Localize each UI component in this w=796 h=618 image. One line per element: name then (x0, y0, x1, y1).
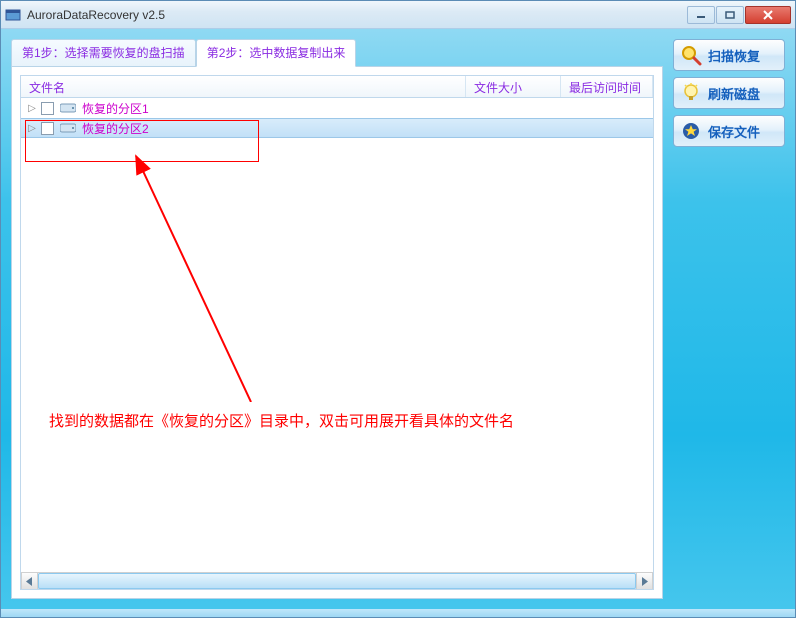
bulb-icon (680, 82, 702, 104)
row-label: 恢复的分区1 (82, 100, 149, 117)
button-label: 保存文件 (708, 122, 760, 141)
app-window: AuroraDataRecovery v2.5 第1步：选择需要恢复的盘扫描 第… (0, 0, 796, 618)
column-header-size[interactable]: 文件大小 (466, 76, 561, 97)
statusbar (1, 609, 795, 617)
row-checkbox[interactable] (41, 122, 54, 135)
annotation-arrow (111, 152, 281, 402)
drive-icon (60, 122, 76, 134)
refresh-disk-button[interactable]: 刷新磁盘 (673, 77, 785, 109)
tab-content: 文件名 文件大小 最后访问时间 ▷ 恢复的分区1 (11, 66, 663, 599)
magnifier-icon (680, 44, 702, 66)
right-panel: 扫描恢复 刷新磁盘 保存文件 (673, 39, 785, 147)
tree-row[interactable]: ▷ 恢复的分区2 (21, 118, 653, 138)
list-body: ▷ 恢复的分区1 ▷ (21, 98, 653, 572)
close-button[interactable] (745, 6, 791, 24)
file-list: 文件名 文件大小 最后访问时间 ▷ 恢复的分区1 (20, 75, 654, 590)
button-label: 扫描恢复 (708, 46, 760, 65)
app-icon (5, 7, 21, 23)
window-controls (686, 6, 791, 24)
list-header: 文件名 文件大小 最后访问时间 (21, 76, 653, 98)
scroll-track[interactable] (38, 573, 636, 589)
button-label: 刷新磁盘 (708, 84, 760, 103)
window-title: AuroraDataRecovery v2.5 (27, 8, 686, 22)
expander-icon[interactable]: ▷ (27, 123, 37, 133)
row-checkbox[interactable] (41, 102, 54, 115)
row-label: 恢复的分区2 (82, 120, 149, 137)
scroll-right-button[interactable] (636, 573, 653, 589)
save-file-button[interactable]: 保存文件 (673, 115, 785, 147)
drive-icon (60, 102, 76, 114)
client-area: 第1步：选择需要恢复的盘扫描 第2步：选中数据复制出来 文件名 文件大小 最后访… (1, 29, 795, 609)
column-header-name[interactable]: 文件名 (21, 76, 466, 97)
scroll-thumb[interactable] (38, 573, 636, 589)
left-panel: 第1步：选择需要恢复的盘扫描 第2步：选中数据复制出来 文件名 文件大小 最后访… (11, 39, 663, 599)
scan-recover-button[interactable]: 扫描恢复 (673, 39, 785, 71)
expander-icon[interactable]: ▷ (27, 103, 37, 113)
star-ball-icon (680, 120, 702, 142)
tab-step-2[interactable]: 第2步：选中数据复制出来 (196, 39, 357, 67)
horizontal-scrollbar[interactable] (21, 572, 653, 589)
tree-row[interactable]: ▷ 恢复的分区1 (21, 98, 653, 118)
scroll-left-button[interactable] (21, 573, 38, 589)
tab-step-1[interactable]: 第1步：选择需要恢复的盘扫描 (11, 39, 196, 67)
minimize-button[interactable] (687, 6, 715, 24)
titlebar[interactable]: AuroraDataRecovery v2.5 (1, 1, 795, 29)
column-header-time[interactable]: 最后访问时间 (561, 76, 653, 97)
tab-strip: 第1步：选择需要恢复的盘扫描 第2步：选中数据复制出来 (11, 39, 663, 67)
annotation-text: 找到的数据都在《恢复的分区》目录中，双击可用展开看具体的文件名 (49, 410, 514, 431)
maximize-button[interactable] (716, 6, 744, 24)
